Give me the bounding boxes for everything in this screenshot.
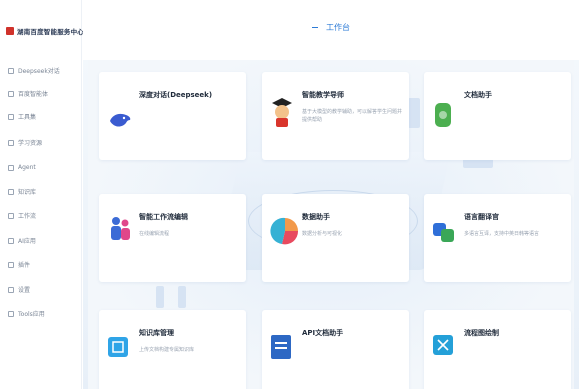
sidebar-item-agents[interactable]: 百度智能体 [8, 87, 74, 100]
feature-card-teaching[interactable]: 智能教学导师 基于大模型的教学辅助，可以解答学生问题并提供帮助 [262, 72, 409, 160]
feature-card-deepseek[interactable]: 深度对话(Deepseek) [99, 72, 246, 160]
page-title: 工作台 [83, 22, 579, 33]
feature-card-translate[interactable]: 语言翻译官 多语言互译，支持中英日韩等语言 [424, 194, 571, 282]
workspace-stage: 深度对话(Deepseek) 智能教学导师 基于大模型的教学辅助，可以解答学生问… [88, 60, 574, 389]
logo-text: 湖南百度智能服务中心 [17, 28, 84, 36]
sidebar-item-workflow[interactable]: 工作流 [8, 209, 74, 222]
sidebar-item-label: 设置 [18, 287, 31, 294]
flowchart-icon [433, 335, 453, 355]
sidebar-item-label: 学习资源 [18, 140, 43, 147]
sidebar-item-label: Deepseek对话 [18, 68, 60, 75]
gear-icon [8, 286, 14, 293]
translate-icon [433, 223, 454, 242]
sidebar-item-tools[interactable]: 工具集 [8, 110, 74, 123]
graduate-icon [272, 98, 292, 127]
chat-icon [8, 67, 14, 74]
tools-icon [8, 113, 14, 120]
whale-icon [110, 113, 131, 127]
app-logo[interactable]: 湖南百度智能服务中心 [6, 26, 84, 36]
sidebar-item-deepseek[interactable]: Deepseek对话 [8, 64, 74, 77]
feature-card-knowledge[interactable]: 知识库管理 上传文档构建专属知识库 [99, 310, 246, 389]
logo-icon [6, 27, 14, 35]
document-icon [435, 103, 451, 127]
top-bar: 工作台 [83, 0, 579, 60]
feature-card-flowchart[interactable]: 流程图绘制 [424, 310, 571, 389]
api-doc-icon [271, 335, 291, 359]
database-icon [8, 188, 14, 195]
sidebar-item-settings[interactable]: 设置 [8, 283, 74, 296]
sidebar-item-tools-app[interactable]: Tools应用 [8, 307, 74, 320]
sidebar-item-ai-apps[interactable]: AI应用 [8, 234, 74, 247]
decorative-bar [156, 286, 164, 308]
sidebar: 湖南百度智能服务中心 Deepseek对话 百度智能体 工具集 学习资源 Age… [0, 0, 84, 389]
sidebar-item-label: Tools应用 [18, 311, 45, 318]
people-icon [111, 217, 130, 240]
title-dash-icon [312, 27, 318, 28]
grid-icon [8, 310, 14, 317]
sidebar-item-label: Agent [18, 164, 36, 171]
workflow-icon [8, 212, 14, 219]
sidebar-item-plugins[interactable]: 插件 [8, 258, 74, 271]
feature-card-doc[interactable]: 文档助手 [424, 72, 571, 160]
feature-card-data[interactable]: 数据助手 数据分析与可视化 [262, 194, 409, 282]
book-icon [8, 139, 14, 146]
robot-icon [8, 90, 14, 97]
sidebar-item-learning[interactable]: 学习资源 [8, 136, 74, 149]
sidebar-item-knowledge[interactable]: 知识库 [8, 185, 74, 198]
main-area: 工作台 深度对话(Deepseek) 智能教学导师 基于大模型的教学辅助，可以解… [83, 0, 579, 389]
sidebar-item-label: 工作流 [18, 213, 37, 220]
sidebar-item-label: AI应用 [18, 238, 36, 245]
feature-card-api[interactable]: API文档助手 [262, 310, 409, 389]
pie-chart-icon [270, 217, 299, 245]
plugin-icon [8, 261, 14, 268]
decorative-bar [408, 98, 420, 128]
sidebar-item-label: 插件 [18, 262, 31, 269]
feature-card-workflow[interactable]: 智能工作流编辑 在线编辑流程 [99, 194, 246, 282]
decorative-bar [178, 286, 186, 308]
apps-icon [8, 237, 14, 244]
agent-icon [8, 164, 14, 171]
sidebar-item-label: 知识库 [18, 189, 37, 196]
sidebar-item-label: 工具集 [18, 114, 37, 121]
sidebar-item-label: 百度智能体 [18, 91, 49, 98]
knowledge-icon [108, 337, 128, 357]
sidebar-item-agent[interactable]: Agent [8, 161, 74, 174]
